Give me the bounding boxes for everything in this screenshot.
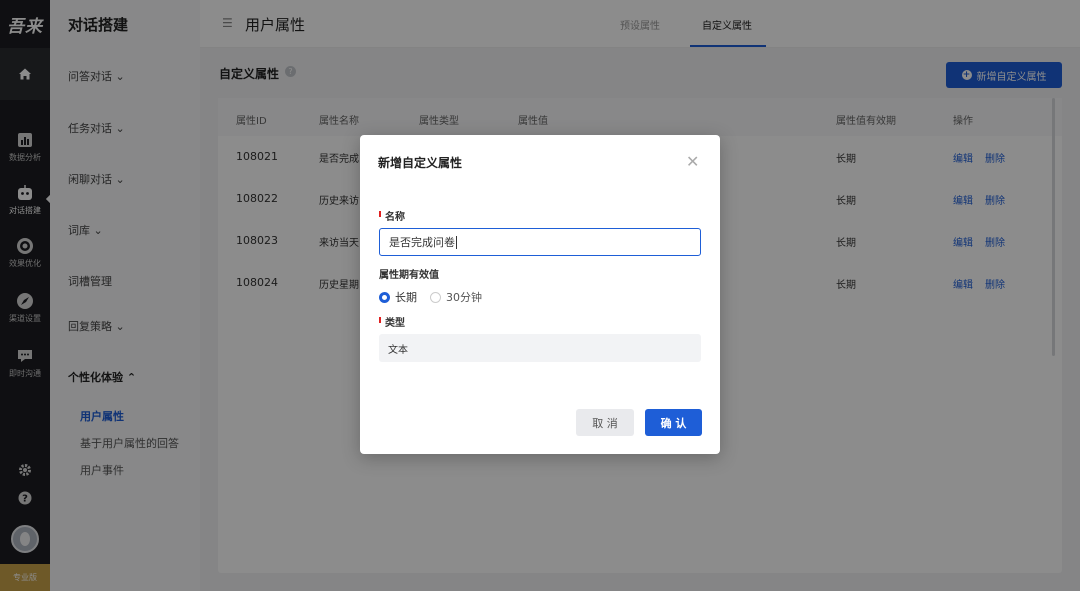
radio-label: 30分钟 (446, 291, 482, 304)
name-label: 名称 (385, 212, 405, 223)
name-input-value: 是否完成问卷 (389, 236, 455, 249)
text-caret (456, 235, 457, 249)
type-select-value: 文本 (388, 344, 408, 356)
cancel-button[interactable]: 取 消 (576, 409, 634, 436)
radio-long-term[interactable]: 长期 (379, 289, 417, 305)
type-label: 类型 (385, 318, 405, 329)
radio-label: 长期 (395, 291, 417, 304)
close-icon[interactable]: ✕ (686, 152, 699, 171)
type-select[interactable]: 文本 (379, 334, 701, 362)
dialog-title: 新增自定义属性 (378, 156, 463, 170)
radio-30-minutes[interactable]: 30分钟 (430, 289, 482, 305)
add-attribute-dialog: 新增自定义属性 ✕ 名称 是否完成问卷 属性期有效值 长期 30分钟 类型 文本… (360, 135, 720, 454)
confirm-button[interactable]: 确 认 (645, 409, 702, 436)
validity-label: 属性期有效值 (379, 270, 439, 281)
radio-dot-checked (379, 291, 390, 303)
radio-dot-unchecked (430, 291, 441, 303)
required-marker (379, 317, 381, 323)
required-marker (379, 211, 381, 217)
name-input[interactable]: 是否完成问卷 (379, 228, 701, 256)
